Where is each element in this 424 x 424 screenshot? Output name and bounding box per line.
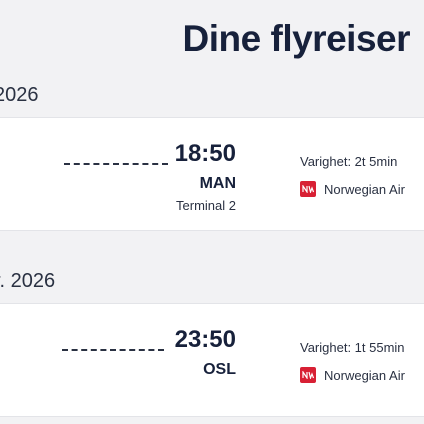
flight-card[interactable]: 18:50 MAN Terminal 2 Varighet: 2t 5min N… bbox=[0, 117, 424, 231]
arrival-terminal: Terminal 2 bbox=[176, 198, 236, 213]
norwegian-logo-icon bbox=[300, 181, 316, 197]
page-title: Dine flyreiser bbox=[182, 18, 411, 59]
arrival-airport-code: OSL bbox=[203, 361, 236, 378]
flight-card[interactable]: 23:50 OSL Varighet: 1t 55min Norwegian A… bbox=[0, 303, 424, 417]
airline-info: Norwegian Air bbox=[300, 367, 405, 383]
norwegian-logo-mark bbox=[302, 185, 314, 193]
flight-route-line bbox=[64, 163, 168, 165]
flight-duration: Varighet: 2t 5min bbox=[300, 154, 398, 169]
arrival-time: 18:50 bbox=[174, 140, 236, 167]
arrival-time: 23:50 bbox=[174, 326, 236, 353]
norwegian-logo-mark bbox=[302, 371, 314, 379]
airline-name: Norwegian Air bbox=[324, 367, 405, 383]
flight-route-line bbox=[62, 349, 164, 351]
arrival-airport-code: MAN bbox=[199, 175, 236, 192]
norwegian-logo-icon bbox=[300, 367, 316, 383]
flight-duration: Varighet: 1t 55min bbox=[300, 340, 405, 355]
airline-info: Norwegian Air bbox=[300, 181, 405, 197]
flight-date-heading: 2026 bbox=[0, 84, 39, 106]
airline-name: Norwegian Air bbox=[324, 181, 405, 197]
flight-date-heading: r. 2026 bbox=[0, 270, 56, 292]
